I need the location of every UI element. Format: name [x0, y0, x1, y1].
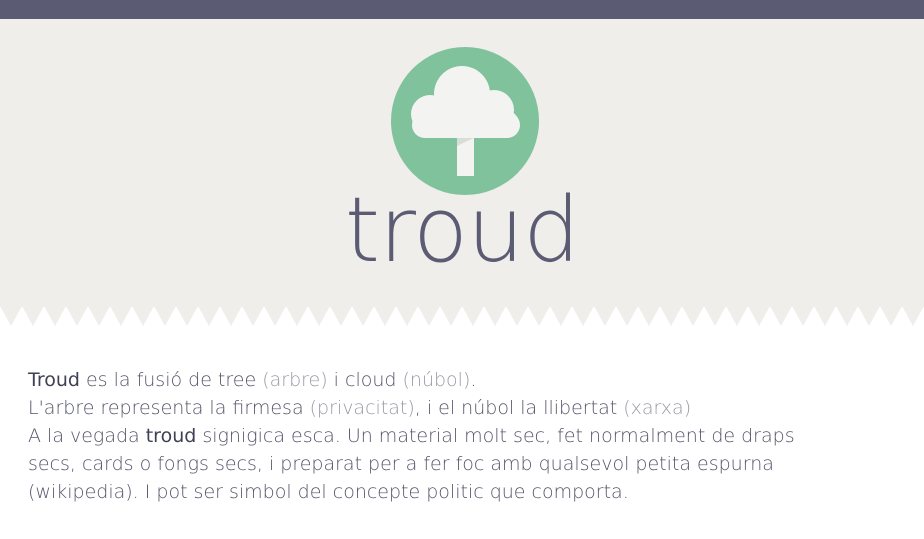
description-line-2: L'arbre representa la firmesa (privacita… [28, 397, 692, 419]
brand-wordmark: troud [344, 178, 581, 283]
zigzag-edge [0, 306, 924, 326]
description-line-4: secs, cards o fongs secs, i preparat per… [28, 453, 774, 475]
description-line-1: Troud es la fusió de tree (arbre) i clou… [28, 369, 477, 391]
description-line-3: A la vegada troud signigica esca. Un mat… [28, 425, 795, 447]
description: Troud es la fusió de tree (arbre) i clou… [28, 366, 908, 506]
description-line-5: (wikipedia). I pot ser simbol del concep… [28, 481, 629, 503]
tree-cloud-icon [391, 47, 539, 195]
brand-name-inline-2: troud [145, 425, 197, 447]
brand-name-inline: Troud [28, 369, 80, 391]
top-bar [0, 0, 924, 19]
